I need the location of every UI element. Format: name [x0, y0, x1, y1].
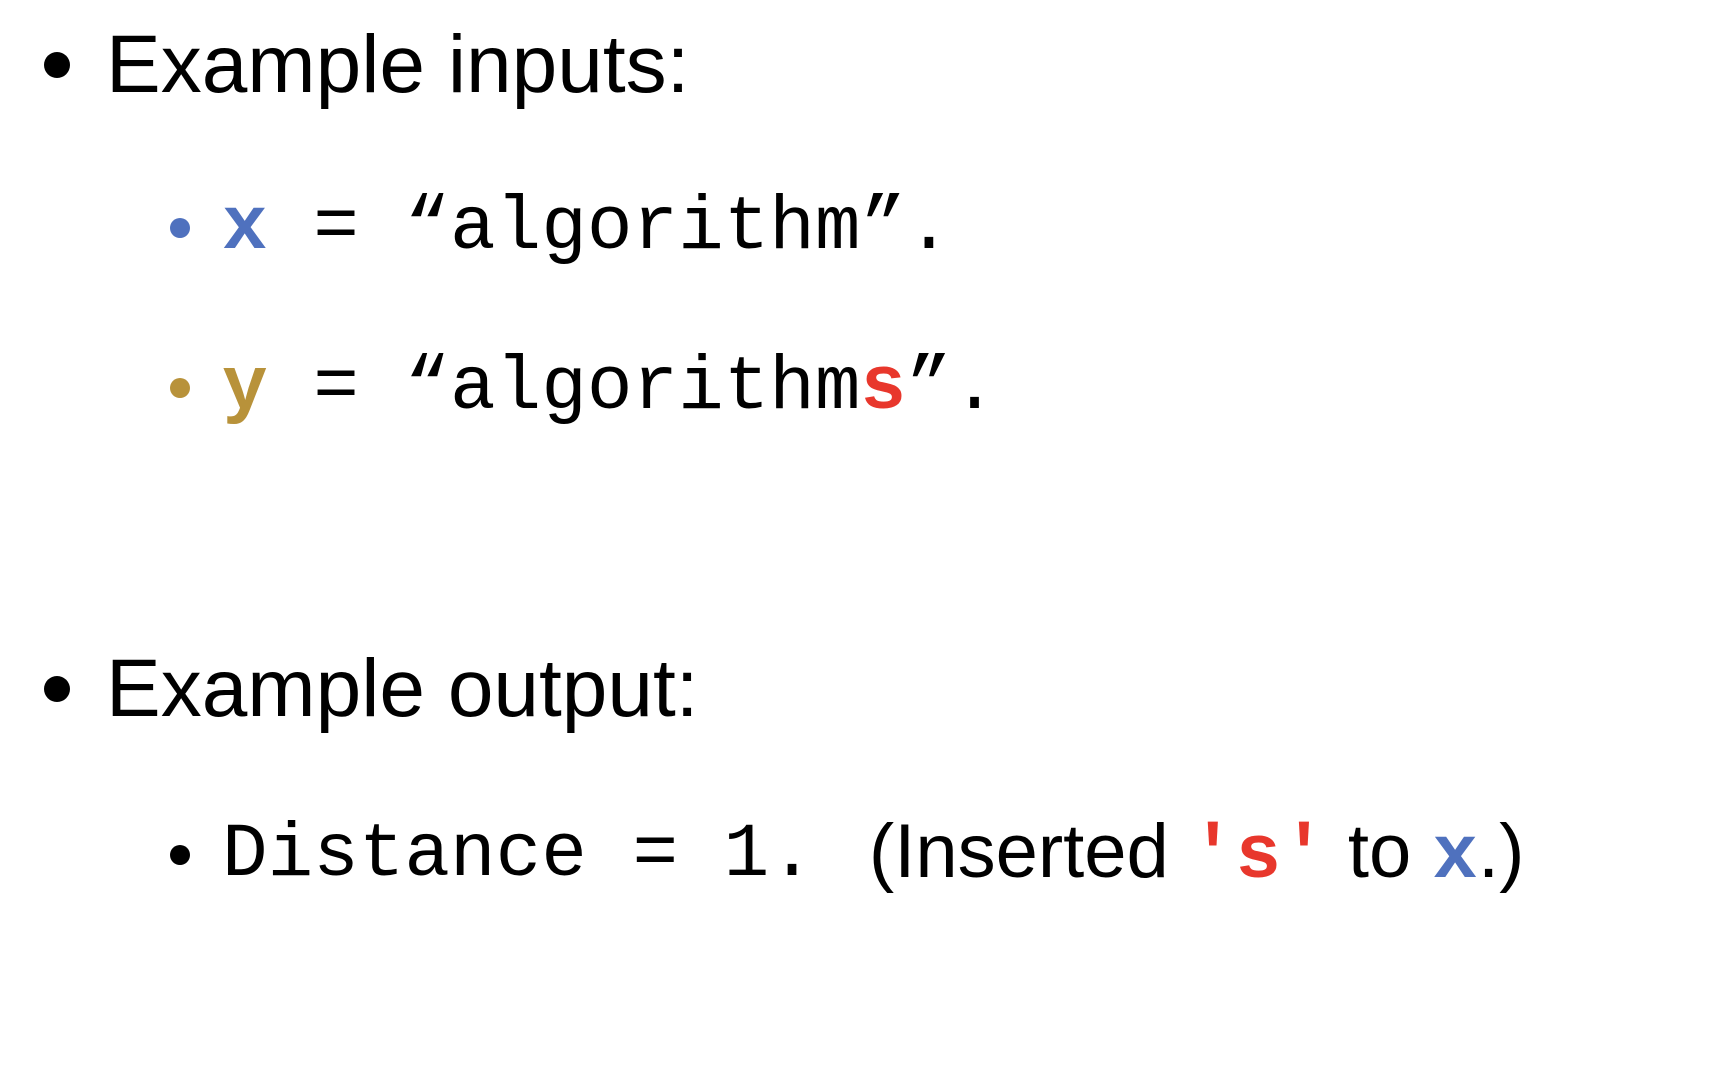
- output-explanation: (Inserted 's' to x.): [869, 814, 1525, 896]
- close-quote: ”.: [860, 185, 952, 271]
- bullet-input-x: x = “algorithm”.: [170, 190, 952, 266]
- equals-sign: =: [267, 185, 405, 271]
- highlight-s: s: [860, 345, 907, 431]
- value-y: algorithm: [450, 345, 861, 431]
- paren-open-text: (Inserted: [868, 809, 1190, 894]
- var-x-ref: x: [1432, 814, 1479, 900]
- bullet-example-inputs: Example inputs:: [44, 24, 689, 106]
- bullet-dot-icon: [170, 844, 190, 865]
- bullet-input-y: y = “algorithms”.: [170, 350, 997, 426]
- slide: Example inputs: x = “algorithm”. y = “al…: [0, 0, 1730, 1080]
- bullet-output: Distance = 1. (Inserted 's' to x.): [170, 814, 1524, 895]
- heading-example-output: Example output:: [106, 643, 699, 734]
- var-x: x: [222, 185, 268, 271]
- equals-sign: =: [267, 345, 405, 431]
- value-x: algorithm: [450, 185, 861, 271]
- bullet-dot-icon: [170, 378, 190, 398]
- bullet-dot-icon: [44, 52, 70, 78]
- open-quote: “: [404, 185, 451, 271]
- bullet-example-output: Example output:: [44, 648, 699, 730]
- input-x-line: x = “algorithm”.: [222, 190, 952, 266]
- close-quote: ”.: [906, 345, 998, 431]
- bullet-dot-icon: [44, 676, 70, 702]
- bullet-dot-icon: [170, 218, 190, 238]
- input-y-line: y = “algorithms”.: [222, 350, 997, 426]
- open-quote: “: [404, 345, 451, 431]
- var-y: y: [222, 345, 268, 431]
- paren-close-text: .): [1478, 809, 1525, 894]
- heading-example-inputs: Example inputs:: [106, 19, 690, 110]
- to-text: to: [1326, 809, 1433, 894]
- output-distance: Distance = 1.: [222, 811, 815, 898]
- inserted-char: 's': [1189, 814, 1327, 900]
